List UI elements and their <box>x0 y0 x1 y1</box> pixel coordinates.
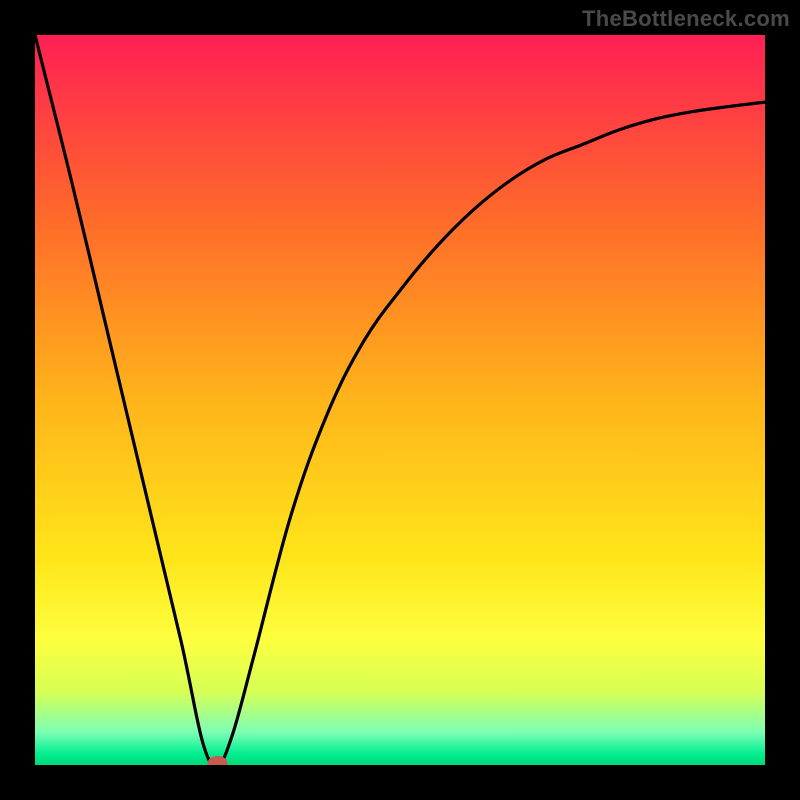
plot-area <box>35 35 765 765</box>
gradient-background <box>35 35 765 765</box>
chart-frame: TheBottleneck.com <box>0 0 800 800</box>
watermark-text: TheBottleneck.com <box>582 6 790 32</box>
gradient-chart <box>35 35 765 765</box>
